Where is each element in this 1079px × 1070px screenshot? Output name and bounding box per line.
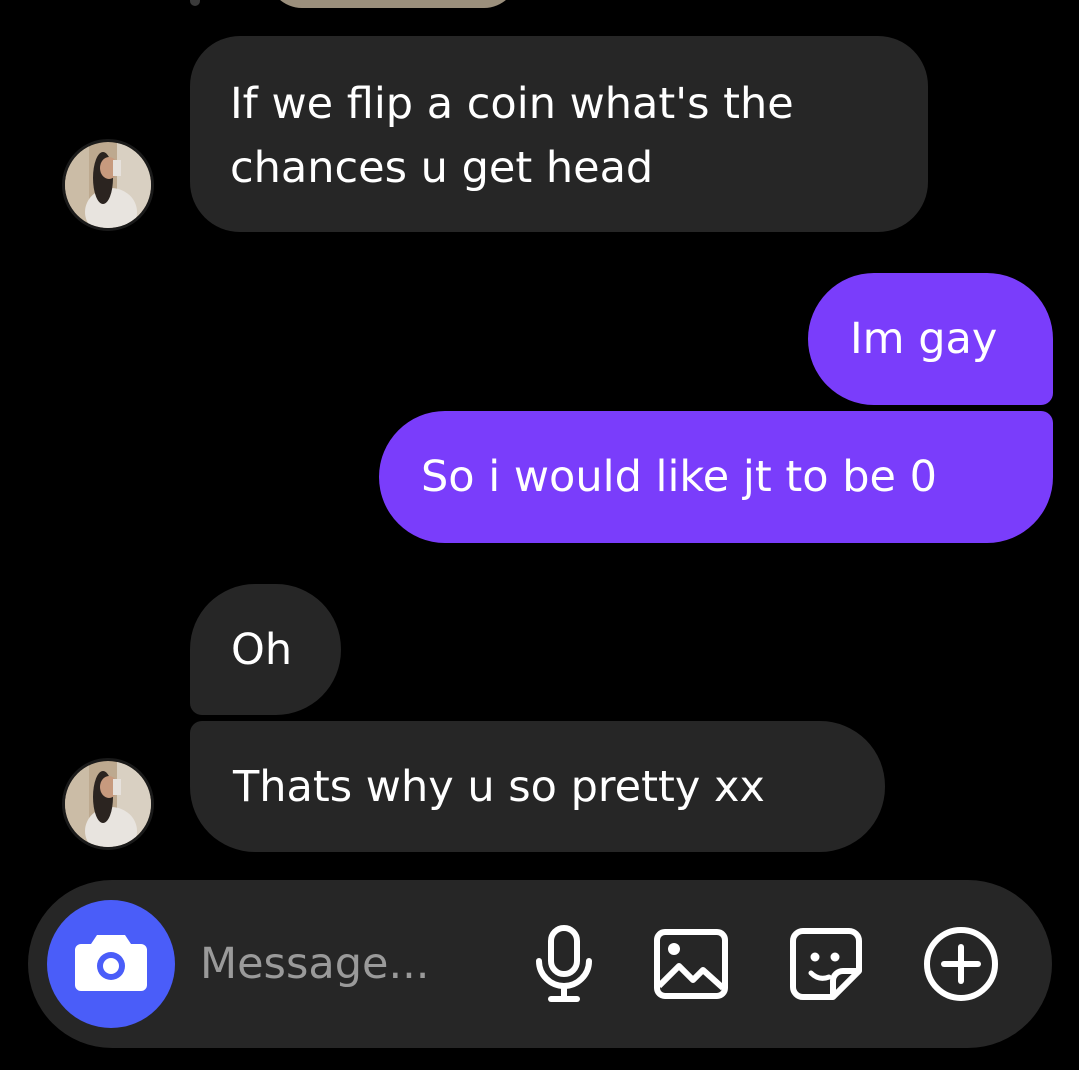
message-input[interactable] [200,930,490,998]
previous-message-bubble [268,0,518,8]
camera-icon [73,931,149,997]
contact-avatar[interactable] [62,139,154,231]
message-incoming-3[interactable]: Thats why u so pretty xx [190,721,885,852]
more-options-button[interactable] [921,926,1001,1006]
message-incoming-1[interactable]: If we flip a coin what's the chances u g… [190,36,928,232]
plus-icon [922,925,1000,1007]
gallery-icon [653,928,729,1004]
message-incoming-2[interactable]: Oh [190,584,341,715]
message-line: If we flip a coin what's the [230,79,794,129]
microphone-icon [533,925,595,1007]
message-text: Thats why u so pretty xx [233,762,765,812]
message-outgoing-2[interactable]: So i would like jt to be 0 [379,411,1053,543]
message-text: Oh [231,625,293,675]
sticker-button[interactable] [786,926,866,1006]
gallery-button[interactable] [651,926,731,1006]
message-outgoing-1[interactable]: Im gay [808,273,1053,405]
voice-message-button[interactable] [524,925,604,1007]
message-composer [28,880,1052,1048]
message-text: So i would like jt to be 0 [421,452,937,502]
contact-avatar[interactable] [62,758,154,850]
message-text: Im gay [850,314,998,364]
scroll-edge-marker [190,0,200,6]
camera-button[interactable] [47,900,175,1028]
sticker-icon [789,927,863,1005]
message-line: chances u get head [230,143,654,193]
